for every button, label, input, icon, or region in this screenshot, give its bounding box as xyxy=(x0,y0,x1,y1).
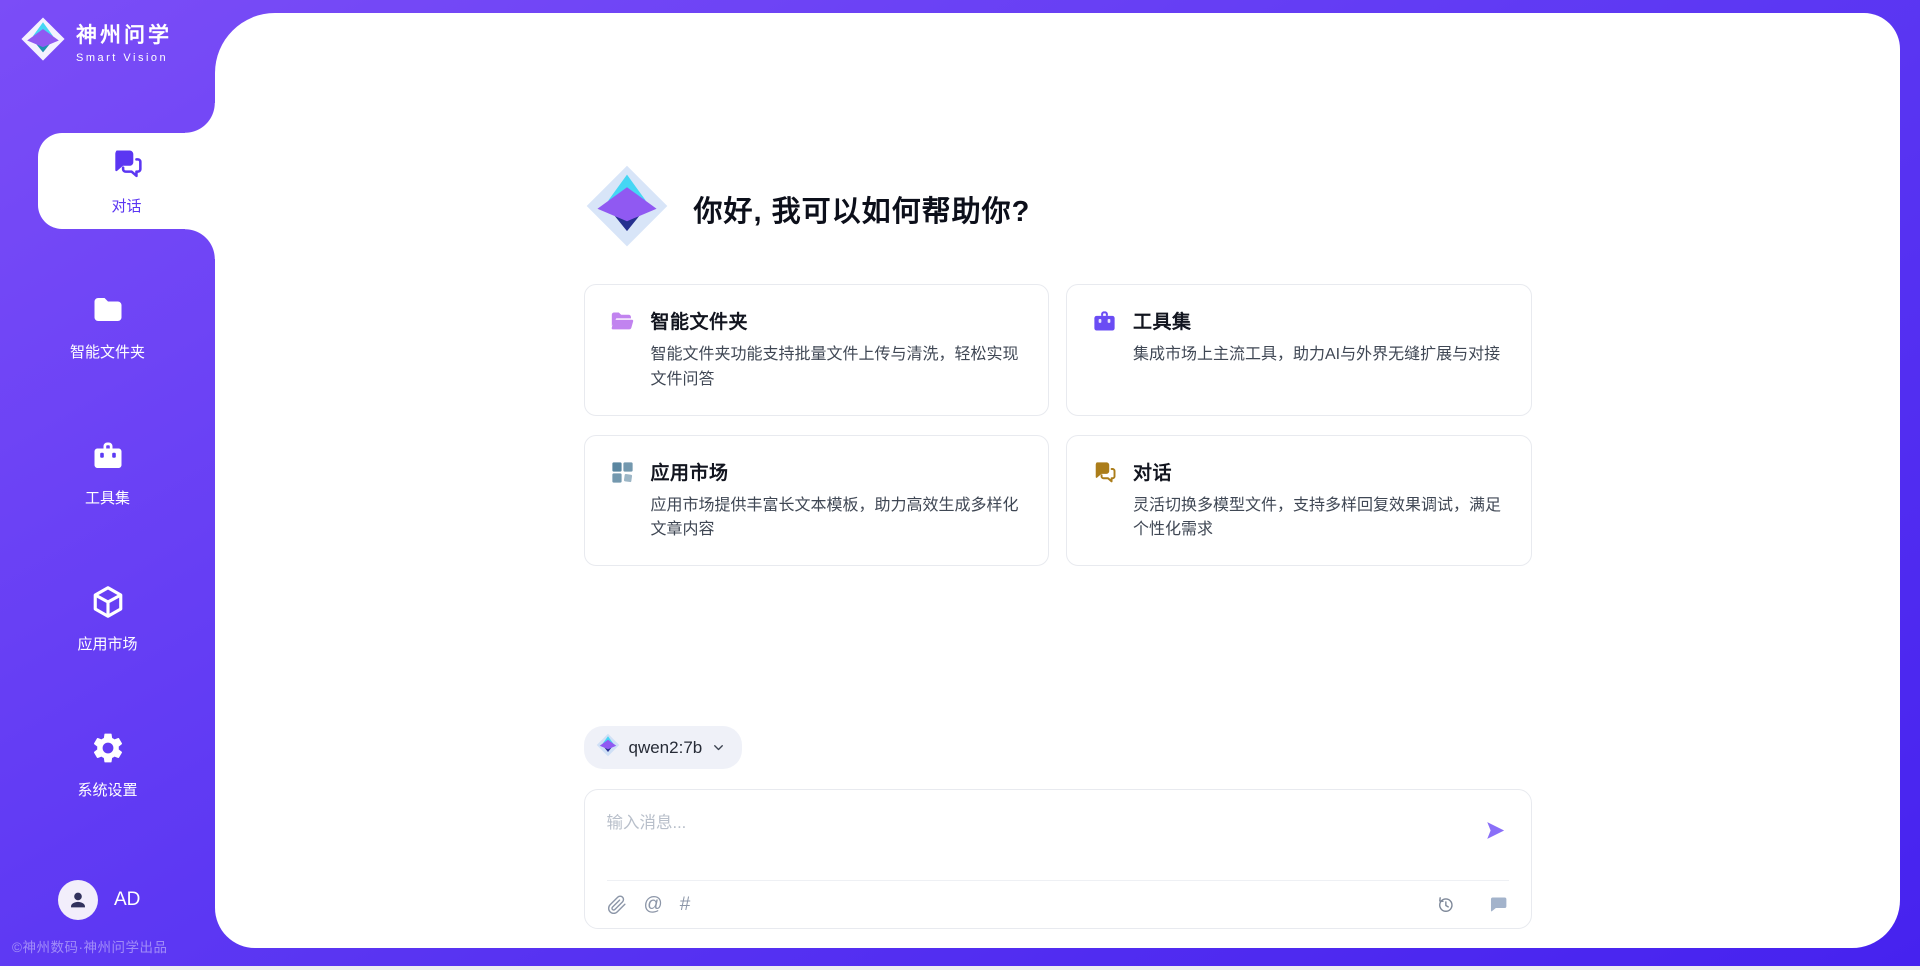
sidebar: 神州问学 Smart Vision 对话 智能文件夹 xyxy=(0,0,215,970)
model-selector-row: qwen2:7b xyxy=(584,726,1532,769)
send-icon[interactable] xyxy=(1484,819,1507,842)
avatar xyxy=(58,880,98,920)
model-diamond-icon xyxy=(596,733,620,762)
copyright-text: ©神州数码·神州问学出品 xyxy=(0,920,215,970)
folder-icon xyxy=(90,292,126,333)
card-title: 智能文件夹 xyxy=(651,307,1025,334)
sidebar-item-settings[interactable]: 系统设置 xyxy=(0,717,215,813)
toolbox-icon xyxy=(90,438,126,479)
brand-diamond-icon xyxy=(584,163,670,254)
hash-icon[interactable]: # xyxy=(680,895,691,915)
mention-icon[interactable]: @ xyxy=(644,895,663,915)
model-name: qwen2:7b xyxy=(629,738,703,758)
sidebar-item-chat[interactable]: 对话 xyxy=(38,133,215,229)
card-title: 对话 xyxy=(1133,458,1507,485)
sidebar-item-label: 应用市场 xyxy=(77,633,137,654)
diamond-logo-icon xyxy=(20,16,66,67)
chat-icon xyxy=(1091,459,1118,486)
history-icon[interactable] xyxy=(1435,894,1456,915)
app-subtitle: Smart Vision xyxy=(76,52,172,64)
user-profile[interactable]: AD xyxy=(0,880,215,920)
sidebar-item-label: 系统设置 xyxy=(77,779,137,800)
card-title: 应用市场 xyxy=(651,458,1025,485)
grid-cube-icon xyxy=(609,459,636,486)
card-smart-folder[interactable]: 智能文件夹 智能文件夹功能支持批量文件上传与清洗，轻松实现文件问答 xyxy=(584,284,1050,416)
card-toolset[interactable]: 工具集 集成市场上主流工具，助力AI与外界无缝扩展与对接 xyxy=(1066,284,1532,416)
main-content: 你好, 我可以如何帮助你? 智能文件夹 智能文件夹功能支持批量文件上传与清洗，轻… xyxy=(584,13,1532,929)
gear-icon xyxy=(90,730,126,771)
user-name: AD xyxy=(114,889,140,911)
cube-icon xyxy=(90,584,126,625)
chat-icon xyxy=(109,146,145,187)
sidebar-item-toolset[interactable]: 工具集 xyxy=(0,425,215,521)
attachment-icon[interactable] xyxy=(607,895,627,915)
chevron-down-icon xyxy=(711,740,726,755)
app-logo: 神州问学 Smart Vision xyxy=(0,0,215,67)
card-app-market[interactable]: 应用市场 应用市场提供丰富长文本模板，助力高效生成多样化文章内容 xyxy=(584,435,1050,567)
main-panel: 你好, 我可以如何帮助你? 智能文件夹 智能文件夹功能支持批量文件上传与清洗，轻… xyxy=(215,13,1900,948)
greeting-row: 你好, 我可以如何帮助你? xyxy=(584,163,1532,254)
sidebar-item-label: 对话 xyxy=(111,195,141,216)
folder-open-icon xyxy=(609,308,636,335)
sidebar-item-label: 工具集 xyxy=(85,487,130,508)
briefcase-icon xyxy=(1091,308,1118,335)
horizontal-scrollbar[interactable] xyxy=(0,966,1920,970)
sidebar-nav: 对话 智能文件夹 工具集 xyxy=(0,133,215,863)
message-composer: @ # xyxy=(584,789,1532,929)
feature-cards: 智能文件夹 智能文件夹功能支持批量文件上传与清洗，轻松实现文件问答 工具集 集成… xyxy=(584,284,1532,566)
comment-icon[interactable] xyxy=(1488,894,1509,915)
message-input[interactable] xyxy=(607,805,1484,863)
card-description: 应用市场提供丰富长文本模板，助力高效生成多样化文章内容 xyxy=(651,494,1025,544)
card-description: 集成市场上主流工具，助力AI与外界无缝扩展与对接 xyxy=(1133,343,1500,368)
app-root: { "app": { "name": "神州问学", "subtitle": "… xyxy=(0,0,1920,970)
card-description: 灵活切换多模型文件，支持多样回复效果调试，满足个性化需求 xyxy=(1133,494,1507,544)
greeting-title: 你好, 我可以如何帮助你? xyxy=(694,188,1031,230)
sidebar-item-label: 智能文件夹 xyxy=(70,341,145,362)
sidebar-item-smart-folder[interactable]: 智能文件夹 xyxy=(0,279,215,375)
sidebar-item-app-market[interactable]: 应用市场 xyxy=(0,571,215,667)
app-name: 神州问学 xyxy=(76,19,172,49)
card-title: 工具集 xyxy=(1133,307,1500,334)
card-chat[interactable]: 对话 灵活切换多模型文件，支持多样回复效果调试，满足个性化需求 xyxy=(1066,435,1532,567)
card-description: 智能文件夹功能支持批量文件上传与清洗，轻松实现文件问答 xyxy=(651,343,1025,393)
model-selector[interactable]: qwen2:7b xyxy=(584,726,743,769)
